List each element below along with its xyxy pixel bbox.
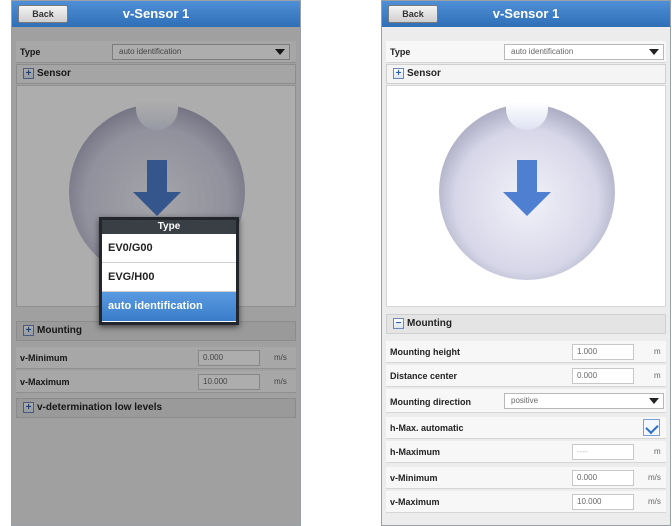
popup-option-ev0[interactable]: EV0/G00 [102,234,236,263]
chevron-down-icon [649,398,659,404]
vmax-row: v-Maximum 10.000 m/s [386,491,666,513]
hmax-input[interactable]: ---- [572,444,634,460]
popup-title: Type [102,220,236,234]
arrow-head [503,192,551,216]
mounting-section-label: Mounting [407,318,452,330]
hmax-auto-label: h-Max. automatic [390,423,464,433]
vmin-label: v-Minimum [390,473,438,483]
vmax-input[interactable]: 10.000 [572,494,634,510]
arrow-down-icon [517,160,537,194]
chevron-down-icon [649,49,659,55]
page-title: v-Sensor 1 [492,6,560,21]
mounting-direction-value: positive [511,396,539,405]
sensor-lamp [506,102,548,130]
distance-center-row: Distance center 0.000 m [386,365,666,387]
sensor-section[interactable]: + Sensor [386,64,666,84]
sensor-illustration [439,102,615,280]
mounting-height-unit: m [654,347,661,356]
mounting-section[interactable]: − Mounting [386,314,666,334]
vmin-unit: m/s [648,473,661,482]
mounting-height-row: Mounting height 1.000 m [386,341,666,363]
vmax-label: v-Maximum [390,497,440,507]
sensor-image-panel [386,85,666,307]
header-bar: Back v-Sensor 1 [12,1,300,27]
vmin-row: v-Minimum 0.000 m/s [386,467,666,489]
header-bar: Back v-Sensor 1 [382,1,670,27]
type-select[interactable]: auto identification [504,44,664,60]
type-label: Type [390,47,411,57]
right-screen: Back v-Sensor 1 Type auto identification… [381,0,671,526]
distance-center-input[interactable]: 0.000 [572,368,634,384]
distance-center-label: Distance center [390,371,458,381]
mounting-direction-select[interactable]: positive [504,393,664,409]
mounting-height-label: Mounting height [390,347,460,357]
distance-center-unit: m [654,371,661,380]
vmin-input[interactable]: 0.000 [572,470,634,486]
type-select-value: auto identification [511,47,574,56]
page-title: v-Sensor 1 [122,6,190,21]
sensor-section-label: Sensor [407,68,441,80]
expand-plus-icon: + [393,68,404,79]
hmax-auto-row: h-Max. automatic [386,417,666,439]
popup-option-auto[interactable]: auto identification [102,292,236,321]
hmax-auto-checkbox[interactable] [643,419,660,436]
hmax-row: h-Maximum ---- m [386,441,666,463]
hmax-unit: m [654,447,661,456]
type-popup: Type EV0/G00 EVG/H00 auto identification [99,217,239,325]
mounting-direction-label: Mounting direction [390,397,471,407]
mounting-direction-row: Mounting direction positive [386,389,666,413]
type-row: Type auto identification [386,41,666,63]
hmax-label: h-Maximum [390,447,441,457]
mounting-height-input[interactable]: 1.000 [572,344,634,360]
vmax-unit: m/s [648,497,661,506]
popup-option-evg[interactable]: EVG/H00 [102,263,236,292]
left-screen: Back v-Sensor 1 Type auto identification… [11,0,301,526]
collapse-minus-icon: − [393,318,404,329]
